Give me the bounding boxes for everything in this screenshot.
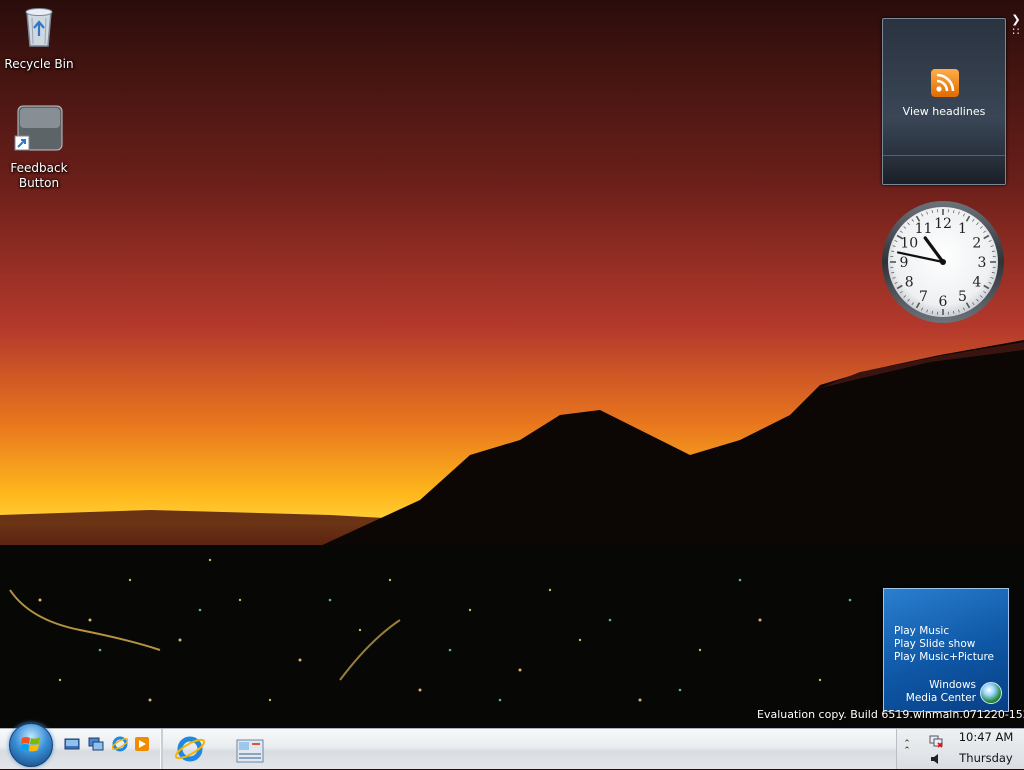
clock-number: 2 xyxy=(972,236,981,252)
notification-area: ⌃⌃ 10:47 AM Thursday xyxy=(896,729,1024,769)
windows-logo-icon xyxy=(10,724,52,766)
clock-number: 6 xyxy=(939,294,948,310)
clock-number: 1 xyxy=(958,221,967,237)
start-button[interactable] xyxy=(9,723,53,767)
play-music-link[interactable]: Play Music xyxy=(894,625,949,638)
recycle-bin-label: Recycle Bin xyxy=(4,57,73,71)
media-center-gadget[interactable]: Play Music Play Slide show Play Music+Pi… xyxy=(883,588,1009,712)
internet-explorer-icon[interactable] xyxy=(112,736,128,752)
clock-number: 7 xyxy=(919,289,928,305)
internet-explorer-icon xyxy=(170,732,210,766)
windows-mail-icon xyxy=(230,732,270,766)
feed-headlines-gadget[interactable]: View headlines xyxy=(882,18,1006,185)
show-hidden-icons-button[interactable]: ⌃⌃ xyxy=(901,741,913,755)
taskbar-internet-explorer-button[interactable] xyxy=(170,732,210,766)
clock-face: 12 12 3 45678 9 1011 xyxy=(880,199,1006,325)
media-player-icon[interactable] xyxy=(134,736,150,752)
feedback-shortcut-icon xyxy=(1,104,77,158)
clock-number: 12 xyxy=(934,216,952,232)
media-center-brand: Windows Media Center xyxy=(906,679,976,705)
play-slide-show-link[interactable]: Play Slide show xyxy=(894,638,975,651)
switch-windows-icon[interactable] xyxy=(88,736,104,752)
feed-gadget-footer xyxy=(883,155,1005,184)
clock-number: 8 xyxy=(905,275,914,291)
taskbar: ⌃⌃ 10:47 AM Thursday xyxy=(0,728,1024,769)
evaluation-watermark: Evaluation copy. Build 6519.winmain.0712… xyxy=(757,708,1024,721)
feedback-button-label: Feedback Button xyxy=(10,161,67,190)
sidebar-toggle-button[interactable]: ❯ ∷ xyxy=(1010,14,1022,50)
clock-number: 3 xyxy=(978,255,987,271)
clock-number: 5 xyxy=(958,289,967,305)
recycle-bin-icon xyxy=(1,2,77,54)
desktop-wallpaper xyxy=(0,0,1024,728)
quick-launch-divider xyxy=(160,729,163,769)
show-desktop-icon[interactable] xyxy=(64,736,80,752)
clock-number: 4 xyxy=(972,275,981,291)
clock-gadget[interactable]: 12 12 3 45678 9 1011 xyxy=(880,199,1006,325)
clock-number: 9 xyxy=(900,255,909,271)
media-center-logo-icon xyxy=(980,682,1002,704)
network-icon[interactable] xyxy=(929,733,943,747)
view-headlines-link[interactable]: View headlines xyxy=(883,105,1005,118)
clock-day[interactable]: Thursday xyxy=(953,751,1019,765)
recycle-bin-shortcut[interactable]: Recycle Bin xyxy=(1,2,77,72)
clock-time[interactable]: 10:47 AM xyxy=(953,730,1019,744)
play-music-picture-link[interactable]: Play Music+Picture xyxy=(894,651,994,664)
clock-number: 11 xyxy=(915,221,933,237)
taskbar-windows-mail-button[interactable] xyxy=(230,732,270,766)
rss-icon xyxy=(931,69,959,97)
feedback-button-shortcut[interactable]: Feedback Button xyxy=(1,104,77,191)
volume-icon[interactable] xyxy=(929,751,943,765)
grip-icon: ∷ xyxy=(1013,25,1020,38)
clock-number: 10 xyxy=(900,236,918,252)
